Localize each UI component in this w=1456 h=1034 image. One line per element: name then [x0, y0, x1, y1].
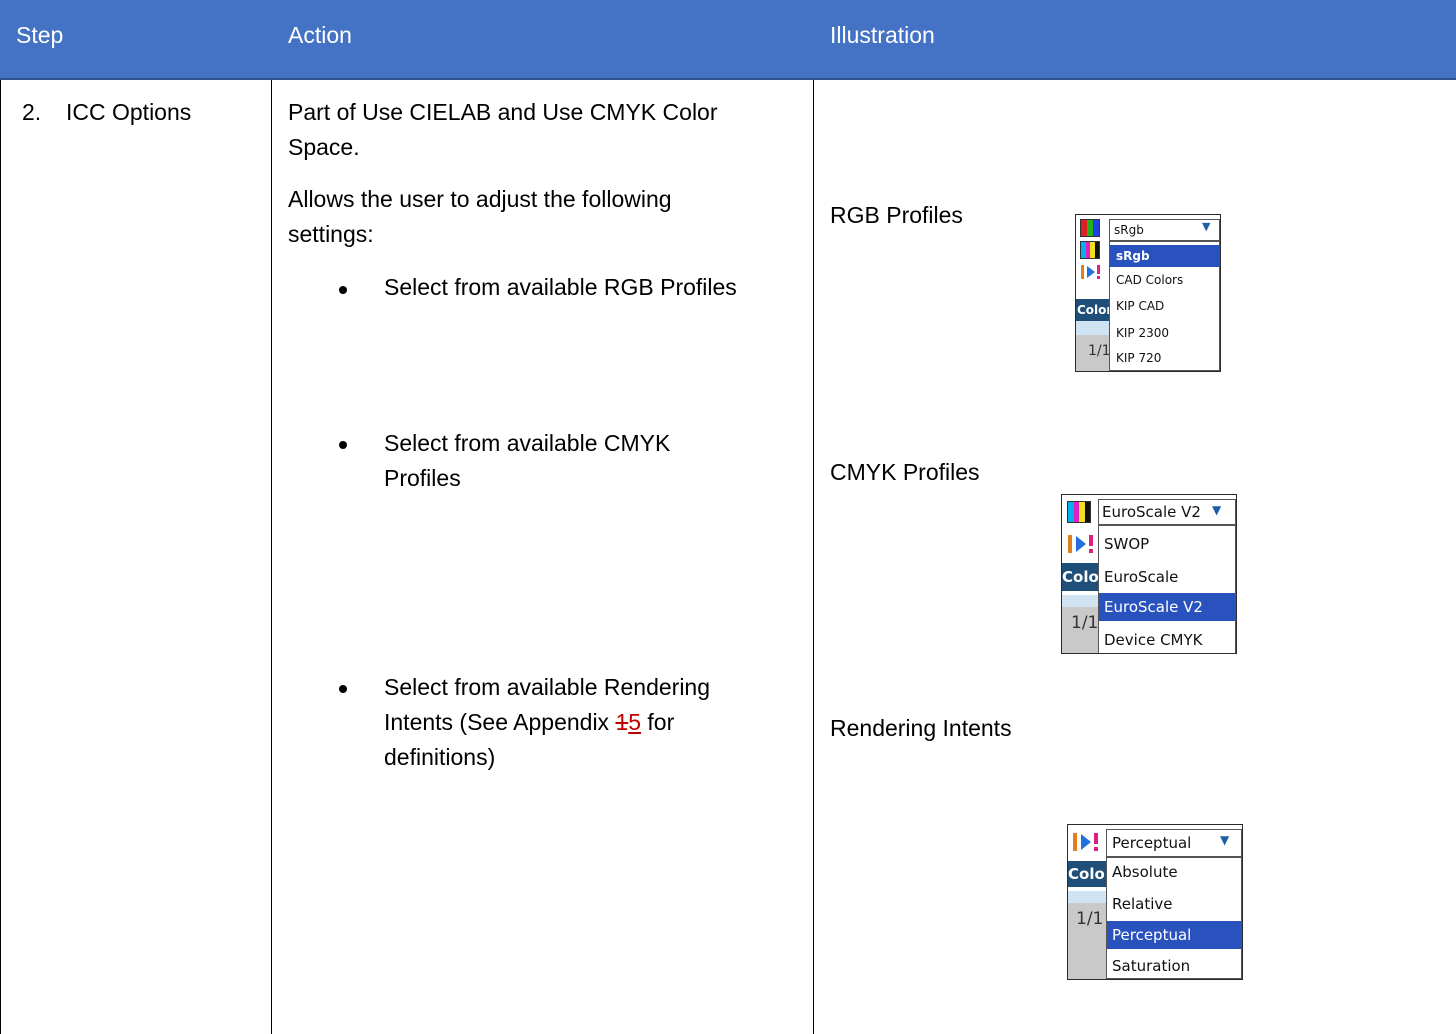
- intro-line-2: Space.: [288, 134, 360, 160]
- intent-play-icon: [1081, 265, 1100, 279]
- cmyk-option[interactable]: EuroScale: [1104, 568, 1178, 586]
- column-divider-1: [271, 80, 272, 1034]
- cmyk-option[interactable]: Device CMYK: [1104, 631, 1202, 649]
- cmyk-bars-icon: [1067, 501, 1091, 523]
- chevron-down-icon[interactable]: ▼: [1212, 503, 1221, 517]
- cmyk-bars-icon: [1080, 241, 1100, 259]
- revision-deleted: 1: [615, 709, 629, 735]
- rendering-intents-label: Rendering Intents: [830, 715, 1012, 741]
- intent-play-icon: [1068, 535, 1093, 553]
- cmyk-profile-dropdown[interactable]: Color 1/1 EuroScale V2 ▼ SWOP EuroScale …: [1061, 494, 1237, 654]
- header-step: Step: [16, 22, 64, 48]
- color-tab: Color: [1068, 861, 1106, 887]
- bullet-cmyk-line-1: Select from available CMYK: [384, 430, 671, 456]
- color-tab: Color: [1076, 299, 1110, 321]
- intent-option[interactable]: Absolute: [1112, 863, 1178, 881]
- page-fragment: 1/1: [1071, 613, 1099, 633]
- intent-option[interactable]: Perceptual: [1107, 921, 1241, 949]
- step-label: ICC Options: [66, 99, 192, 125]
- allows-line-1: Allows the user to adjust the following: [288, 186, 672, 212]
- ribbon-band: [1068, 891, 1106, 903]
- bullet-icon: [339, 286, 347, 294]
- step-number: 2.: [22, 99, 42, 125]
- table-header: Step Action Illustration: [0, 0, 1456, 80]
- cmyk-profiles-label: CMYK Profiles: [830, 459, 980, 485]
- intent-option[interactable]: Saturation: [1112, 957, 1190, 975]
- ribbon-band: [1076, 321, 1110, 335]
- intent-text-post: for: [641, 709, 675, 735]
- rgb-selected-value: sRgb: [1114, 223, 1144, 237]
- cmyk-selected-value: EuroScale V2: [1102, 503, 1201, 521]
- header-illustration: Illustration: [830, 22, 935, 48]
- chevron-down-icon[interactable]: ▼: [1202, 220, 1210, 233]
- rgb-profiles-label: RGB Profiles: [830, 202, 963, 228]
- bullet-rgb: Select from available RGB Profiles: [384, 274, 737, 300]
- rgb-option[interactable]: KIP 720: [1116, 351, 1161, 365]
- page-fragment: 1/1: [1088, 343, 1111, 359]
- rgb-option[interactable]: CAD Colors: [1116, 273, 1183, 287]
- rgb-option[interactable]: KIP 2300: [1116, 326, 1169, 340]
- rendering-intent-dropdown[interactable]: Color 1/1 Perceptual ▼ Absolute Relative…: [1067, 824, 1243, 980]
- bullet-intent-line-3: definitions): [384, 744, 496, 770]
- intent-selected-value: Perceptual: [1112, 834, 1192, 852]
- bullet-icon: [339, 441, 347, 449]
- bullet-cmyk-line-2: Profiles: [384, 465, 461, 491]
- rgb-profile-dropdown[interactable]: Color 1/1 sRgb ▼ sRgb CAD Colors KIP CAD…: [1075, 214, 1221, 372]
- intent-play-icon: [1073, 833, 1098, 851]
- rgb-option[interactable]: KIP CAD: [1116, 299, 1164, 313]
- ribbon-band: [1062, 595, 1100, 607]
- intro-line-1: Part of Use CIELAB and Use CMYK Color: [288, 99, 718, 125]
- color-tab: Color: [1062, 563, 1100, 591]
- intent-option[interactable]: Relative: [1112, 895, 1173, 913]
- header-action: Action: [288, 22, 352, 48]
- table-border-left: [0, 80, 1, 1034]
- bullet-intent-line-2: Intents (See Appendix 15 for: [384, 705, 674, 740]
- column-divider-2: [813, 80, 814, 1034]
- bullet-icon: [339, 685, 347, 693]
- rgb-bars-icon: [1080, 219, 1100, 237]
- cmyk-option[interactable]: EuroScale V2: [1099, 593, 1235, 621]
- chevron-down-icon[interactable]: ▼: [1220, 833, 1229, 847]
- page-fragment: 1/1: [1076, 909, 1104, 929]
- cmyk-option[interactable]: SWOP: [1104, 535, 1149, 553]
- bullet-intent-line-1: Select from available Rendering: [384, 674, 711, 700]
- rgb-option[interactable]: sRgb: [1110, 245, 1219, 267]
- revision-inserted: 5: [628, 709, 642, 735]
- allows-line-2: settings:: [288, 221, 374, 247]
- intent-text-pre: Intents (See Appendix: [384, 709, 616, 735]
